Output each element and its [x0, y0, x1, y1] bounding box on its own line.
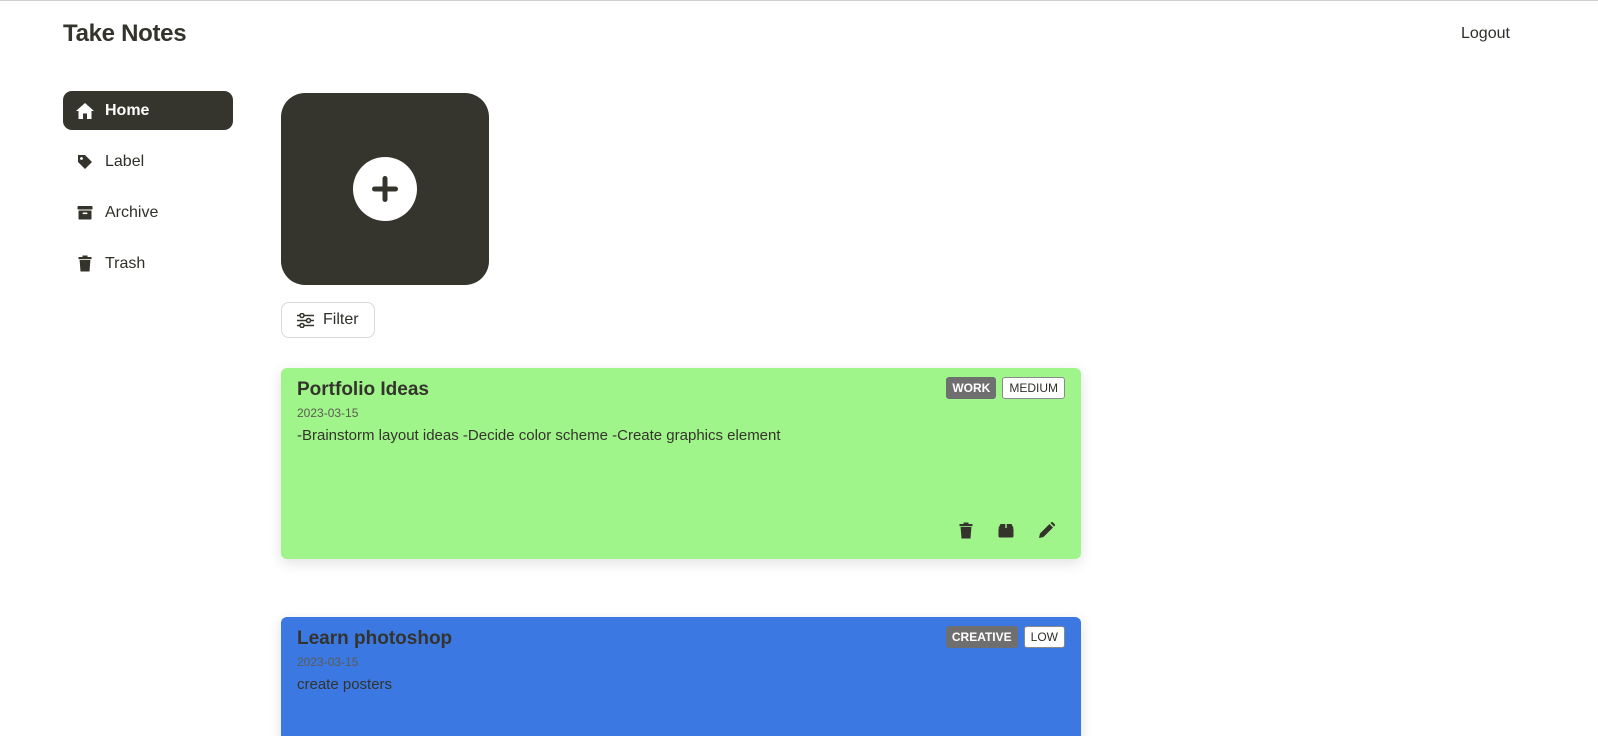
- note-date: 2023-03-15: [297, 655, 359, 669]
- home-icon: [75, 101, 95, 121]
- note-actions: [957, 521, 1055, 539]
- note-tags: WORK MEDIUM: [946, 377, 1065, 399]
- sliders-icon: [297, 312, 314, 328]
- sidebar-item-label: Label: [105, 152, 145, 170]
- plus-icon: [372, 176, 398, 202]
- archive-icon: [75, 203, 95, 223]
- note-tags: CREATIVE LOW: [945, 626, 1065, 648]
- sidebar-item-label: Trash: [105, 254, 146, 272]
- logout-link[interactable]: Logout: [1461, 25, 1510, 43]
- filter-label: Filter: [323, 311, 359, 328]
- archive-icon[interactable]: [997, 521, 1015, 539]
- sidebar: Home Label Archive Trash: [63, 91, 233, 295]
- note-card[interactable]: Portfolio Ideas 2023-03-15 -Brainstorm l…: [281, 368, 1081, 559]
- trash-icon: [75, 254, 95, 274]
- sidebar-item-label-nav[interactable]: Label: [63, 142, 233, 181]
- tag-icon: [75, 152, 95, 172]
- note-body: -Brainstorm layout ideas -Decide color s…: [297, 427, 781, 444]
- note-date: 2023-03-15: [297, 406, 359, 420]
- filter-button[interactable]: Filter: [281, 302, 375, 338]
- category-badge: CREATIVE: [945, 626, 1018, 648]
- app-brand[interactable]: Take Notes: [63, 20, 187, 48]
- add-note-circle: [353, 157, 417, 221]
- sidebar-item-trash[interactable]: Trash: [63, 244, 233, 283]
- priority-badge: LOW: [1023, 626, 1065, 648]
- sidebar-item-label: Home: [105, 101, 150, 119]
- note-card[interactable]: Learn photoshop 2023-03-15 create poster…: [281, 617, 1081, 736]
- priority-badge: MEDIUM: [1002, 377, 1065, 399]
- sidebar-item-label: Archive: [105, 203, 159, 221]
- sidebar-item-home[interactable]: Home: [63, 91, 233, 130]
- category-badge: WORK: [946, 377, 997, 399]
- app-page: Take Notes Logout Home Label Archive Tra…: [0, 0, 1598, 736]
- note-body: create posters: [297, 676, 393, 693]
- trash-icon[interactable]: [957, 521, 975, 539]
- sidebar-item-archive[interactable]: Archive: [63, 193, 233, 232]
- edit-icon[interactable]: [1037, 521, 1055, 539]
- add-note-button[interactable]: [281, 93, 489, 285]
- note-title: Portfolio Ideas: [297, 379, 429, 400]
- note-title: Learn photoshop: [297, 628, 453, 649]
